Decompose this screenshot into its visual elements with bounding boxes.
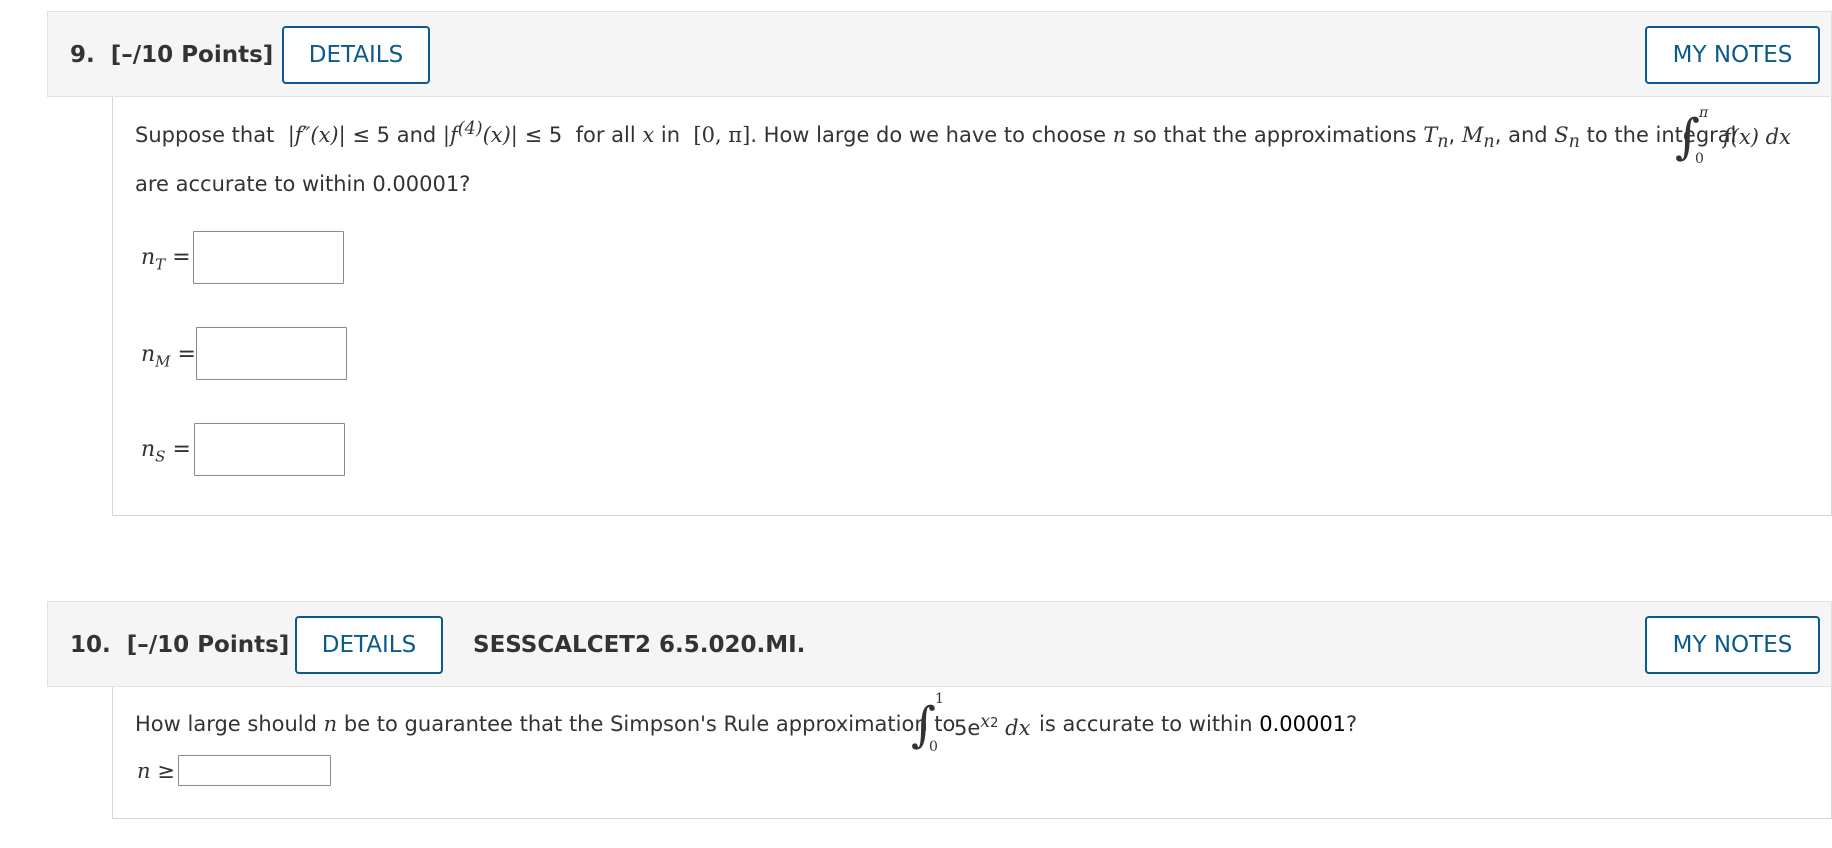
integral-symbol: ∫ π 0 [1675,105,1709,167]
answer-input-nT[interactable] [193,231,344,284]
answer-label-nS: nS = [141,437,191,466]
question-9-prompt: Suppose that |f″(x)| ≤ 5 and |f(4)(x)| ≤… [135,119,1737,153]
question-9-body: Suppose that |f″(x)| ≤ 5 and |f(4)(x)| ≤… [112,97,1832,516]
question-10-prompt: How large should n be to guarantee that … [135,712,956,736]
answer-input-n[interactable] [178,755,331,786]
question-10-prompt-tail: is accurate to within 0.00001? [1039,712,1358,736]
question-9-header: 9. [–/10 Points] DETAILS MY NOTES [47,11,1832,97]
question-9-prompt-line2: are accurate to within 0.00001? [135,172,471,196]
integrand: f(x) dx [1723,125,1791,149]
my-notes-button[interactable]: MY NOTES [1645,616,1820,674]
details-button[interactable]: DETAILS [295,616,443,674]
question-10-header: 10. [–/10 Points] DETAILS SESSCALCET2 6.… [47,601,1832,687]
integrand: 5ex2 dx [954,712,1031,740]
answer-input-nM[interactable] [196,327,347,380]
tolerance-value: 0.00001 [1259,712,1347,736]
answer-label-nT: nT = [141,245,191,274]
answer-input-nS[interactable] [194,423,345,476]
question-10-body: How large should n be to guarantee that … [112,687,1832,819]
question-source-id: SESSCALCET2 6.5.020.MI. [473,632,806,658]
answer-label-nM: nM = [141,342,196,371]
my-notes-button[interactable]: MY NOTES [1645,26,1820,84]
points-label: [–/10 Points] [126,632,290,658]
points-label: [–/10 Points] [110,42,274,68]
answer-label-n: n ≥ [137,759,175,783]
integral-symbol: ∫ 1 0 [911,691,944,755]
question-number: 10. [–/10 Points] [70,632,290,658]
question-number: 9. [–/10 Points] [70,42,274,68]
details-button[interactable]: DETAILS [282,26,430,84]
